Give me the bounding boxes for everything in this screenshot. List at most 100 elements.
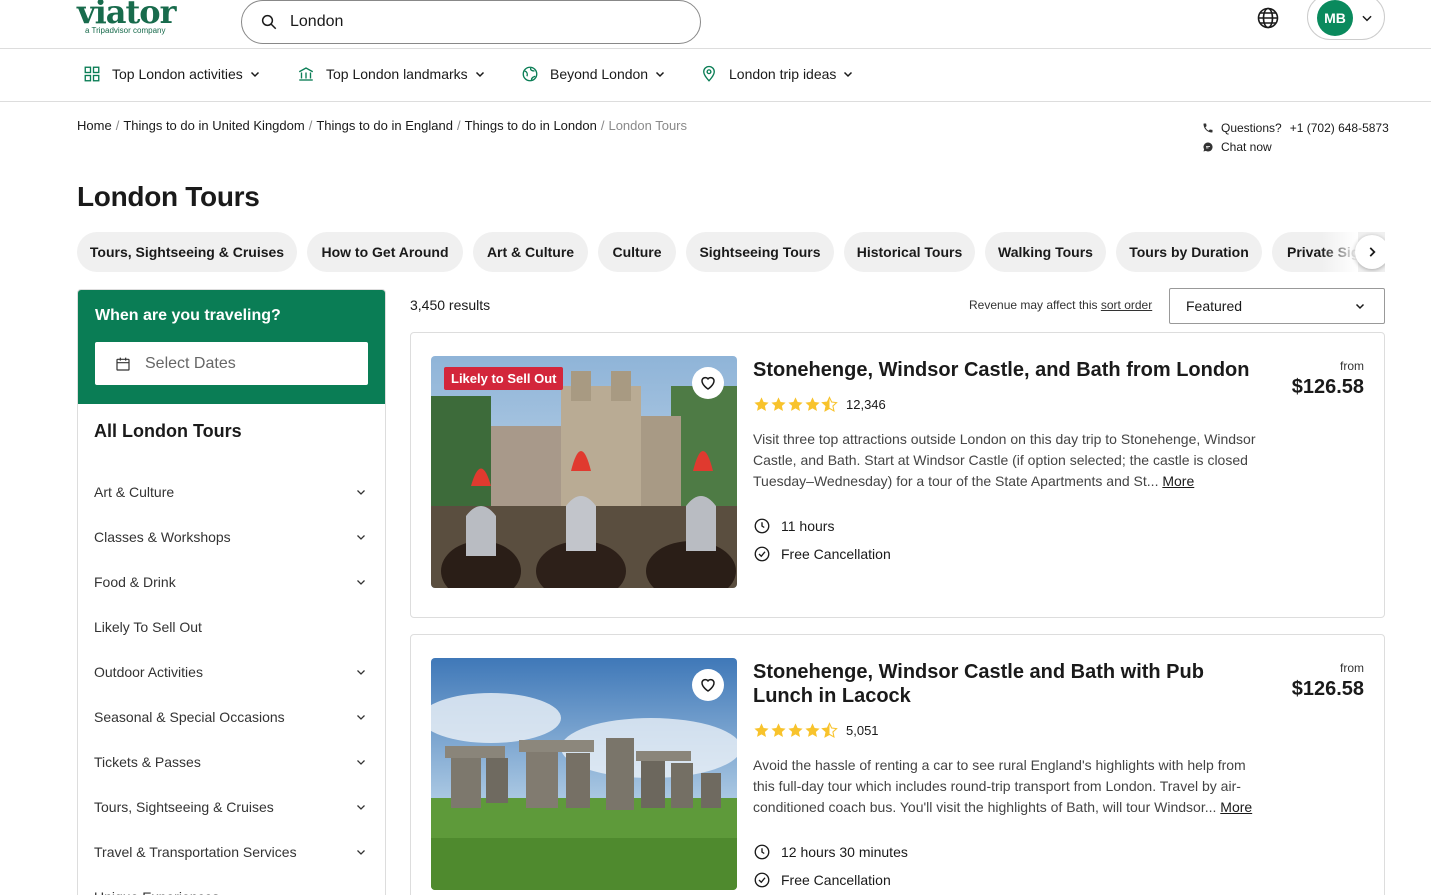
category-label: Food & Drink [94,573,176,590]
nav-trip-ideas[interactable]: London trip ideas [700,65,854,83]
results-count: 3,450 results [410,297,491,313]
sort-dropdown[interactable]: Featured [1169,288,1385,324]
pill-how-to-get-around[interactable]: How to Get Around [307,232,463,272]
review-count[interactable]: 5,051 [846,723,879,738]
free-cancellation: Free Cancellation [753,545,891,563]
account-menu-button[interactable]: MB [1307,0,1385,40]
select-dates-label: Select Dates [145,354,236,372]
category-item[interactable]: Seasonal & Special Occasions [78,694,385,739]
select-dates-button[interactable]: Select Dates [95,342,368,385]
category-label: Likely To Sell Out [94,618,202,635]
location-pin-icon [703,65,715,82]
pill-tours-sightseeing-cruises[interactable]: Tours, Sightseeing & Cruises [77,232,297,272]
star-icon [805,723,820,737]
product-rating: 5,051 [753,722,879,739]
save-to-wishlist-button[interactable] [692,669,724,701]
half-star-icon [821,722,838,738]
search-input[interactable] [290,13,670,31]
breadcrumb-uk[interactable]: Things to do in United Kingdom [123,118,304,133]
pill-sightseeing-tours[interactable]: Sightseeing Tours [686,232,834,272]
category-item[interactable]: Likely To Sell Out [78,604,385,649]
contact-info: Questions? +1 (702) 648-5873 Chat now [1202,119,1389,156]
breadcrumb-england[interactable]: Things to do in England [316,118,453,133]
search-bar[interactable] [241,0,701,44]
pill-walking-tours[interactable]: Walking Tours [985,232,1106,272]
phone-number[interactable]: +1 (702) 648-5873 [1290,121,1389,135]
half-star-icon [821,396,838,412]
nav-top-activities[interactable]: Top London activities [83,65,261,83]
pill-historical-tours[interactable]: Historical Tours [844,232,975,272]
sort-selected: Featured [1186,298,1243,314]
product-title[interactable]: Stonehenge, Windsor Castle and Bath with… [753,660,1223,708]
logo-wordmark: viator [77,0,176,31]
category-pills: Tours, Sightseeing & Cruises How to Get … [77,232,1385,272]
price-from-label: from [1340,359,1364,373]
stonehenge-photo [431,658,737,890]
star-icon [771,397,786,411]
category-item[interactable]: Unique Experiences [78,874,385,895]
breadcrumb-current: London Tours [608,118,688,133]
duration: 12 hours 30 minutes [753,843,908,861]
pill-culture[interactable]: Culture [598,232,676,272]
check-circle-icon [754,872,770,888]
product-price: $126.58 [1291,678,1364,700]
category-label: Seasonal & Special Occasions [94,708,285,725]
pill-tours-by-duration[interactable]: Tours by Duration [1116,232,1262,272]
viator-logo[interactable]: viator a Tripadvisor company [77,0,176,35]
category-item[interactable]: Outdoor Activities [78,649,385,694]
product-title[interactable]: Stonehenge, Windsor Castle, and Bath fro… [753,358,1273,382]
product-image[interactable] [431,658,737,890]
category-item[interactable]: Tickets & Passes [78,739,385,784]
breadcrumb-london[interactable]: Things to do in London [465,118,597,133]
cancellation-text: Free Cancellation [781,546,891,562]
category-item[interactable]: Tours, Sightseeing & Cruises [78,784,385,829]
more-link[interactable]: More [1220,799,1252,815]
price-from-label: from [1340,661,1364,675]
save-to-wishlist-button[interactable] [692,367,724,399]
category-item[interactable]: Travel & Transportation Services [78,829,385,874]
pill-art-culture[interactable]: Art & Culture [473,232,588,272]
product-description: Visit three top attractions outside Lond… [753,429,1258,492]
revenue-note: Revenue may affect this sort order [969,298,1152,312]
breadcrumb-home[interactable]: Home [77,118,112,133]
traveling-title: When are you traveling? [95,307,281,324]
chat-row[interactable]: Chat now [1202,138,1389,155]
clock-icon [754,518,770,534]
category-item[interactable]: Classes & Workshops [78,514,385,559]
category-label: Tickets & Passes [94,753,201,770]
site-header: viator a Tripadvisor company MB [0,0,1431,49]
star-icon [805,397,820,411]
windsor-castle-guards-photo [431,356,737,588]
chevron-down-icon [1355,303,1365,310]
star-icon [788,397,803,411]
category-label: Outdoor Activities [94,663,203,680]
language-globe-icon[interactable] [1256,6,1280,30]
star-icon [788,723,803,737]
chevron-down-icon [357,579,365,585]
more-link[interactable]: More [1162,473,1194,489]
chevron-down-icon [357,849,365,855]
product-rating: 12,346 [753,396,886,413]
chevron-down-icon [357,759,365,765]
pills-next-button[interactable] [1355,235,1385,269]
cancellation-text: Free Cancellation [781,872,891,888]
category-item[interactable]: Art & Culture [78,469,385,514]
product-image[interactable]: Likely to Sell Out [431,356,737,588]
sort-order-link[interactable]: sort order [1101,298,1152,312]
globe-icon [522,66,538,82]
star-rating [753,396,838,413]
phone-row[interactable]: Questions? +1 (702) 648-5873 [1202,119,1389,136]
chat-now-link[interactable]: Chat now [1221,140,1272,154]
category-item[interactable]: Food & Drink [78,559,385,604]
nav-label: London trip ideas [729,66,837,82]
chevron-down-icon [357,669,365,675]
chevron-right-icon [1369,247,1376,257]
nav-top-landmarks[interactable]: Top London landmarks [297,65,486,83]
review-count[interactable]: 12,346 [846,397,886,412]
star-rating [753,722,838,739]
nav-beyond-london[interactable]: Beyond London [521,65,666,83]
product-card[interactable]: Stonehenge, Windsor Castle and Bath with… [410,634,1385,895]
product-card[interactable]: Likely to Sell Out Stonehenge, Windsor C… [410,332,1385,618]
product-description: Avoid the hassle of renting a car to see… [753,755,1258,818]
questions-label: Questions? [1221,120,1282,135]
